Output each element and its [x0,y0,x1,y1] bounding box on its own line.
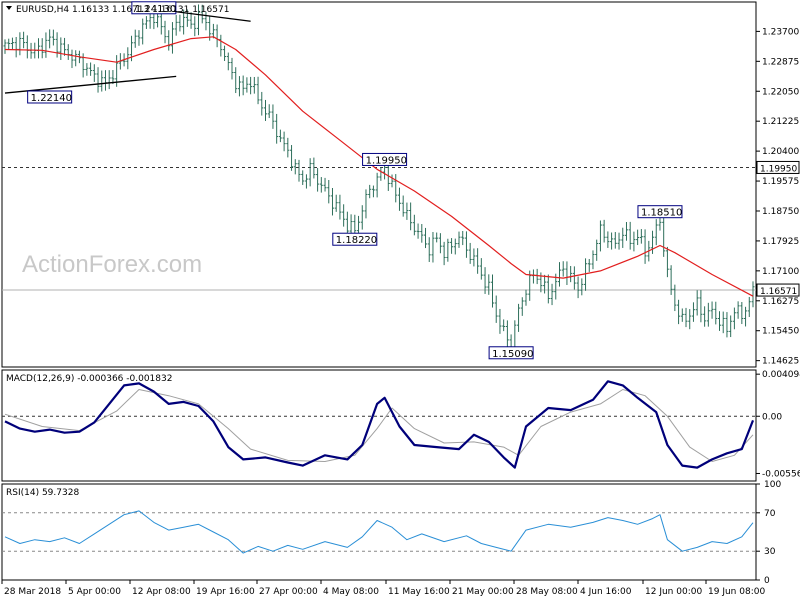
x-tick-label: 27 Apr 00:00 [259,587,318,597]
x-tick-label: 28 Mar 2018 [4,587,61,597]
x-tick-label: 4 Jun 16:00 [580,587,632,597]
rsi-y-tick-label: 70 [764,509,776,519]
x-tick-label: 19 Jun 08:00 [708,587,765,597]
price-chart-title: EURUSD,H4 1.16133 1.16713 1.16131 1.1657… [16,5,229,15]
x-tick-label: 21 May 00:00 [452,587,514,597]
x-tick-label: 4 May 08:00 [323,587,379,597]
rsi-y-tick-label: 100 [764,480,781,490]
rsi-title: RSI(14) 59.7328 [6,488,79,498]
eurusd-h4-chart: ActionForex.com1.241301.221401.199501.18… [1,1,800,597]
rsi-y-tick-label: 0 [764,576,770,586]
price-y-tick-label: 1.17100 [762,267,799,277]
price-y-tick-label: 1.22875 [762,57,799,67]
x-tick-label: 12 Apr 08:00 [132,587,191,597]
price-y-tick-label: 1.14625 [762,357,799,367]
price-y-tick-label: 1.21225 [762,117,799,127]
annotation-label: 1.15090 [492,349,533,360]
x-tick-label: 19 Apr 16:00 [196,587,255,597]
axis-price-tag-label: 1.16571 [760,287,797,297]
x-tick-label: 5 Apr 00:00 [68,587,121,597]
price-y-tick-label: 1.23700 [762,27,799,37]
macd-title: MACD(12,26,9) -0.000366 -0.001832 [6,374,172,384]
annotation-label: 1.22140 [31,93,72,104]
macd-y-tick-label: -0.005568 [762,469,800,479]
rsi-y-tick-label: 30 [764,547,776,557]
price-y-tick-label: 1.19575 [762,177,799,187]
macd-y-tick-label: 0.004094 [762,370,800,380]
price-y-tick-label: 1.20400 [762,147,799,157]
watermark: ActionForex.com [22,251,202,278]
annotation-label: 1.18510 [641,208,682,219]
x-tick-label: 28 May 08:00 [516,587,578,597]
price-y-tick-label: 1.18750 [762,207,799,217]
annotation-label: 1.18220 [336,235,377,246]
price-y-tick-label: 1.16275 [762,297,799,307]
price-y-tick-label: 1.22050 [762,87,799,97]
macd-y-tick-label: 0.00 [762,412,782,422]
x-tick-label: 12 Jun 00:00 [645,587,702,597]
x-tick-label: 11 May 16:00 [388,587,450,597]
price-panel-frame [1,1,757,368]
annotation-label: 1.19950 [366,155,407,166]
rsi-panel-frame [1,483,757,581]
price-y-tick-label: 1.17925 [762,237,799,247]
axis-price-tag-label: 1.19950 [760,164,797,174]
price-y-tick-label: 1.15450 [762,327,799,337]
